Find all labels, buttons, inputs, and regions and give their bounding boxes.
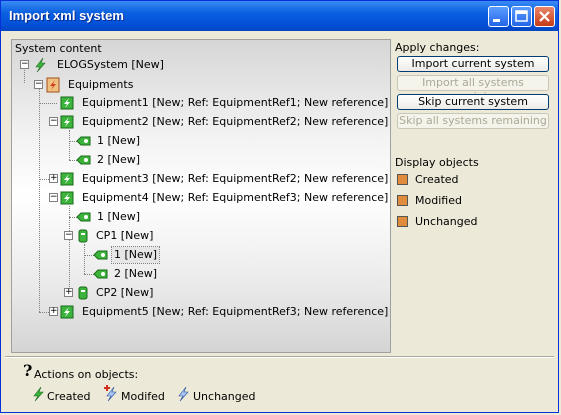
collapse-toggle[interactable]: − xyxy=(49,193,58,202)
skip-current-system-button[interactable]: Skip current system xyxy=(397,94,549,110)
created-legend-label: Created xyxy=(47,390,91,403)
help-icon[interactable]: ? xyxy=(23,361,32,380)
tree-node-equipment4[interactable]: − Equipment4 [New; Ref: EquipmentRef3; N… xyxy=(49,190,388,206)
equipment-icon xyxy=(60,304,74,325)
apply-changes-label: Apply changes: xyxy=(395,41,480,54)
collapse-toggle[interactable]: − xyxy=(34,80,43,89)
separator xyxy=(5,356,554,358)
actions-label: Actions on objects: xyxy=(34,368,139,381)
connector-icon xyxy=(77,285,89,306)
tree-node-equipment3[interactable]: + Equipment3 [New; Ref: EquipmentRef2; N… xyxy=(49,171,388,187)
tree-node-equipment1[interactable]: Equipment1 [New; Ref: EquipmentRef1; New… xyxy=(49,95,388,111)
minimize-icon xyxy=(493,19,500,22)
unchanged-swatch xyxy=(397,216,408,227)
close-button[interactable] xyxy=(534,6,555,27)
import-current-system-button[interactable]: Import current system xyxy=(397,56,549,72)
title-bar[interactable]: Import xml system xyxy=(1,1,558,31)
unchanged-lightning-icon xyxy=(176,386,190,405)
tree-node-equipment2[interactable]: − Equipment2 [New; Ref: EquipmentRef2; N… xyxy=(49,114,388,130)
tree-node-cp-port-2[interactable]: 2 [New] xyxy=(93,266,183,282)
equipment-icon xyxy=(60,95,74,116)
collapse-toggle[interactable]: − xyxy=(49,117,58,126)
tree-node-port-1[interactable]: 1 [New] xyxy=(76,209,166,225)
collapse-toggle[interactable]: − xyxy=(64,231,73,240)
tree-node-equipments[interactable]: − Equipments xyxy=(34,77,234,93)
unchanged-legend-label: Unchanged xyxy=(193,390,256,403)
system-content-label: System content xyxy=(15,42,102,55)
expand-toggle[interactable]: + xyxy=(49,174,58,183)
created-object-icon xyxy=(33,57,47,78)
tree-node-cp2[interactable]: + CP2 [New] xyxy=(64,285,184,301)
tree-node-port-2[interactable]: 2 [New] xyxy=(76,152,166,168)
expand-toggle[interactable]: + xyxy=(49,307,58,316)
display-objects-label: Display objects xyxy=(395,156,479,169)
tree-node-cp-port-1[interactable]: 1 [New] xyxy=(93,246,183,264)
import-xml-window: Import xml system System content − ELOGS… xyxy=(0,0,559,413)
connector-icon xyxy=(77,228,89,249)
port-icon xyxy=(76,209,92,230)
equipment-icon xyxy=(60,171,74,192)
maximize-button[interactable] xyxy=(511,6,532,27)
port-icon xyxy=(76,152,92,173)
expand-toggle[interactable]: + xyxy=(64,288,73,297)
actions-legend: ? Actions on objects: Created Modifed Un… xyxy=(23,361,543,407)
import-all-systems-button[interactable]: Import all systems remaining xyxy=(397,75,549,103)
close-icon xyxy=(539,11,550,22)
tree-node-elogsystem[interactable]: − ELOGSystem [New] xyxy=(20,57,220,73)
tree-node-cp1[interactable]: − CP1 [New] xyxy=(64,228,184,244)
port-icon xyxy=(76,133,92,154)
modified-lightning-icon xyxy=(103,384,119,405)
maximize-icon xyxy=(515,10,528,22)
port-icon xyxy=(93,247,109,268)
port-icon xyxy=(93,266,109,287)
tree-node-port-1[interactable]: 1 [New] xyxy=(76,133,166,149)
window-title: Import xml system xyxy=(9,8,124,23)
skip-all-systems-button[interactable]: Skip all systems remaining xyxy=(397,113,549,129)
tree-node-equipment5[interactable]: + Equipment5 [New; Ref: EquipmentRef3; N… xyxy=(49,304,388,320)
minimize-button[interactable] xyxy=(488,6,509,27)
modified-swatch xyxy=(397,195,408,206)
created-swatch xyxy=(397,174,408,185)
system-content-tree[interactable]: System content − ELOGSystem [New] − Equi… xyxy=(11,39,391,353)
collapse-toggle[interactable]: − xyxy=(20,60,29,69)
equipment-icon xyxy=(60,114,74,135)
modified-legend-label: Modifed xyxy=(121,390,165,403)
created-lightning-icon xyxy=(31,386,45,405)
equipment-icon xyxy=(60,190,74,211)
